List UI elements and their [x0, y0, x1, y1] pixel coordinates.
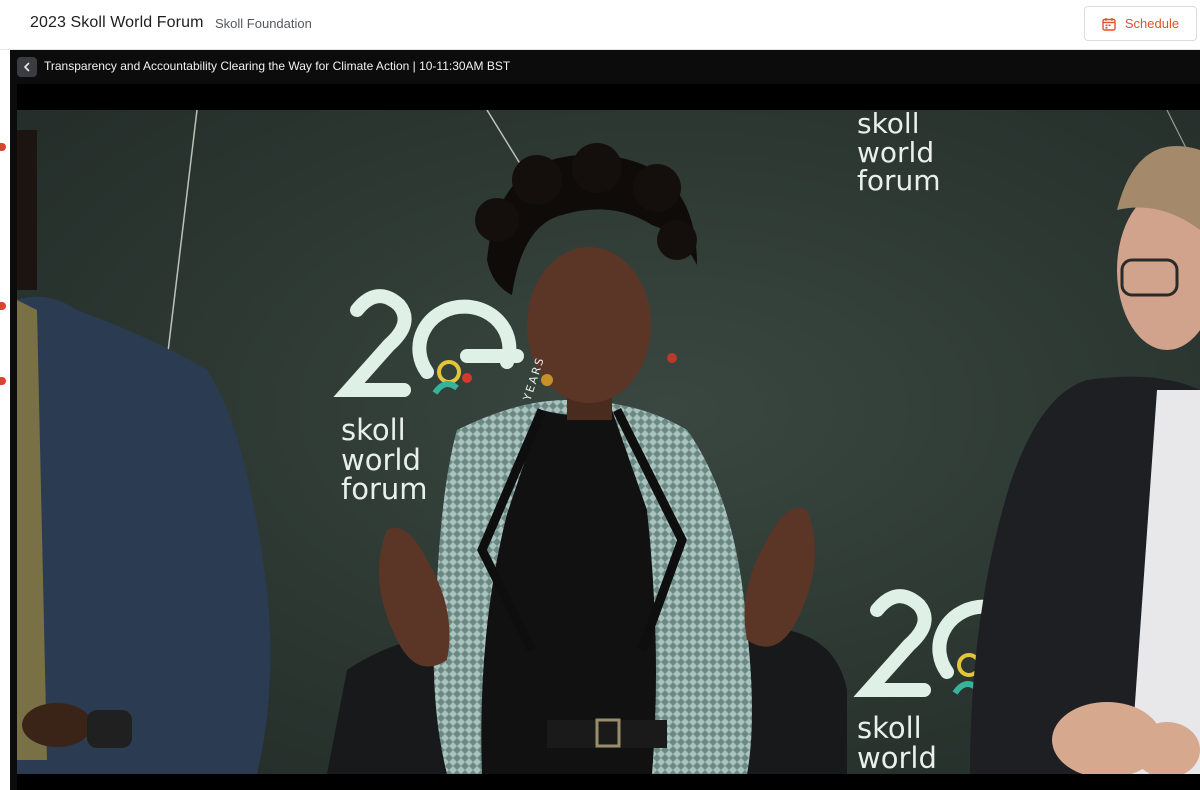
edge-marker: [0, 143, 6, 151]
video-scene: [17, 110, 1200, 774]
event-title: 2023 Skoll World Forum: [30, 14, 204, 31]
back-button[interactable]: [17, 57, 37, 77]
backdrop-logo-text: skoll world forum: [857, 110, 941, 198]
center-speaker: [379, 143, 815, 774]
left-panelist: [17, 130, 271, 774]
video-frame[interactable]: skoll world forum skoll world forum skol…: [17, 84, 1200, 790]
schedule-label: Schedule: [1124, 16, 1180, 31]
backdrop-logo-text: skoll world forum: [341, 413, 428, 507]
chevron-left-icon: [24, 62, 30, 72]
schedule-button[interactable]: Schedule: [1084, 6, 1197, 41]
top-header: 2023 Skoll World Forum Skoll Foundation …: [0, 0, 1200, 50]
organizer-name[interactable]: Skoll Foundation: [215, 16, 312, 31]
video-player: Transparency and Accountability Clearing…: [10, 50, 1200, 790]
calendar-icon: [1102, 17, 1116, 31]
video-stream[interactable]: skoll world forum skoll world forum skol…: [17, 110, 1200, 774]
session-bar: Transparency and Accountability Clearing…: [10, 50, 1200, 83]
session-title: Transparency and Accountability Clearing…: [44, 59, 511, 73]
backdrop-logo-text: skoll world: [857, 711, 937, 774]
twenty-years-logo: [333, 289, 524, 397]
edge-marker: [0, 377, 6, 385]
right-panelist: [970, 146, 1200, 774]
edge-marker: [0, 302, 6, 310]
